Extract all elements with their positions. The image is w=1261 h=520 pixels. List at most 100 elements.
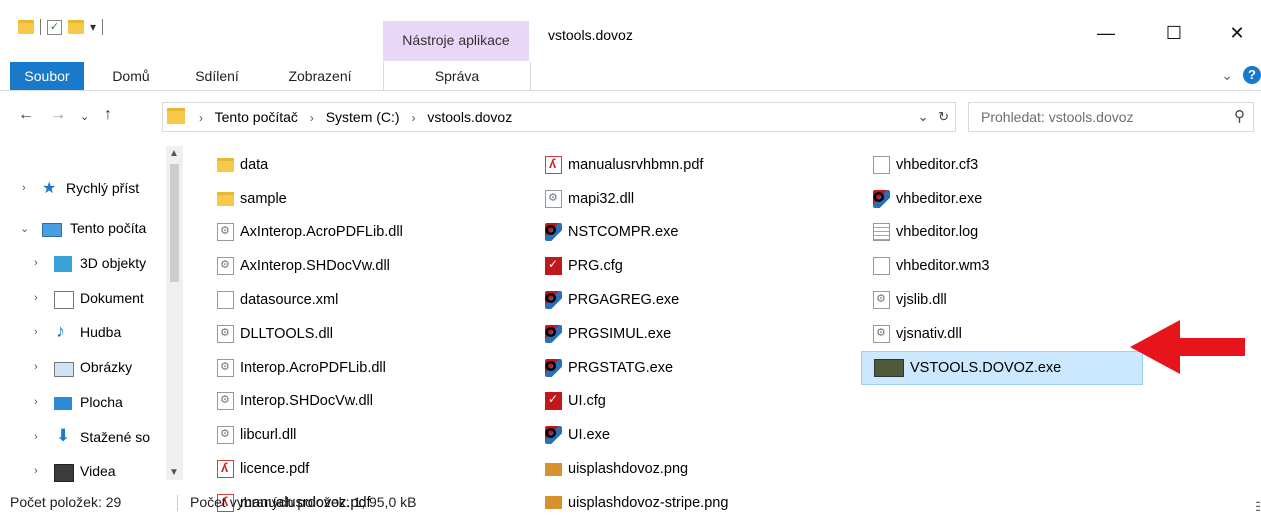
- tab-sprava[interactable]: Správa: [383, 62, 531, 90]
- ribbon-right-controls: ⌄ ?: [1221, 66, 1261, 84]
- chevron-down-icon[interactable]: ⌄: [20, 222, 29, 235]
- file-item[interactable]: UI.exe: [533, 418, 853, 452]
- chevron-right-icon[interactable]: ›: [34, 465, 38, 477]
- address-bar[interactable]: › Tento počítač › System (C:) › vstools.…: [162, 102, 956, 132]
- properties-icon[interactable]: ✓: [47, 19, 62, 35]
- file-item[interactable]: PRGSTATG.exe: [533, 351, 853, 385]
- file-column: vhbeditor.cf3 vhbeditor.exe vhbeditor.log v…: [861, 148, 1151, 385]
- close-button[interactable]: ✕: [1214, 18, 1260, 48]
- file-name: UI.exe: [568, 427, 610, 444]
- file-item[interactable]: Interop.AcroPDFLib.dll: [205, 351, 525, 385]
- tab-soubor[interactable]: Soubor: [10, 62, 84, 90]
- chevron-right-icon: ›: [199, 111, 203, 125]
- file-item[interactable]: AxInterop.SHDocVw.dll: [205, 249, 525, 283]
- minimize-button[interactable]: —: [1083, 18, 1129, 48]
- dll-file-icon: [545, 189, 562, 208]
- file-item[interactable]: NSTCOMPR.exe: [533, 216, 853, 250]
- search-icon[interactable]: ⚲: [1234, 103, 1245, 131]
- file-item[interactable]: uisplashdovoz.png: [533, 452, 853, 486]
- nav-item-desktop[interactable]: › Plocha: [0, 386, 170, 420]
- file-item[interactable]: vhbeditor.exe: [861, 182, 1151, 216]
- file-item[interactable]: AxInterop.AcroPDFLib.dll: [205, 216, 525, 250]
- file-item[interactable]: UI.cfg: [533, 385, 853, 419]
- nav-scrollbar[interactable]: ▲ ▼: [166, 146, 183, 480]
- nav-item-this-pc[interactable]: ⌄ Tento počíta: [0, 212, 170, 246]
- file-name: vhbeditor.wm3: [896, 258, 990, 275]
- scroll-down-icon[interactable]: ▼: [169, 467, 179, 478]
- breadcrumb-item[interactable]: System (C:): [326, 109, 400, 125]
- refresh-icon[interactable]: ↻: [938, 109, 949, 124]
- app-icon: [545, 223, 562, 242]
- file-item[interactable]: DLLTOOLS.dll: [205, 317, 525, 351]
- file-item[interactable]: PRGAGREG.exe: [533, 283, 853, 317]
- file-item[interactable]: libcurl.dll: [205, 418, 525, 452]
- chevron-right-icon[interactable]: ›: [34, 257, 38, 269]
- nav-item-pictures[interactable]: › Obrázky: [0, 351, 170, 385]
- file-column: manualusrvhbmn.pdf mapi32.dll NSTCOMPR.exe…: [533, 148, 853, 520]
- scroll-up-icon[interactable]: ▲: [169, 148, 179, 159]
- divider: [40, 19, 41, 35]
- customize-dropdown-icon[interactable]: ▾: [90, 20, 96, 34]
- help-icon[interactable]: ?: [1243, 66, 1261, 84]
- breadcrumb-item[interactable]: Tento počítač: [215, 109, 298, 125]
- file-item[interactable]: licence.pdf: [205, 452, 525, 486]
- nav-item-downloads[interactable]: › ⬇ Stažené so: [0, 421, 170, 455]
- chevron-down-icon[interactable]: ⌄: [1221, 67, 1233, 84]
- chevron-right-icon[interactable]: ›: [411, 111, 415, 125]
- file-name: Interop.SHDocVw.dll: [240, 393, 373, 410]
- nav-item-videos[interactable]: › Videa: [0, 455, 170, 487]
- file-name: NSTCOMPR.exe: [568, 224, 679, 241]
- address-history-icon[interactable]: ⌄: [918, 109, 929, 124]
- pdf-icon: [217, 460, 234, 479]
- nav-item-music[interactable]: › ♪ Hudba: [0, 316, 170, 350]
- file-item[interactable]: vjslib.dll: [861, 283, 1151, 317]
- file-item[interactable]: vhbeditor.cf3: [861, 148, 1151, 182]
- nav-item-label: Plocha: [80, 394, 123, 410]
- nav-item-quick-access[interactable]: › ★ Rychlý příst: [0, 172, 170, 206]
- back-arrow-icon[interactable]: ←: [18, 106, 34, 124]
- chevron-right-icon[interactable]: ›: [34, 431, 38, 443]
- tab-sdileni[interactable]: Sdílení: [182, 62, 252, 90]
- maximize-button[interactable]: ☐: [1151, 18, 1197, 48]
- nav-item-label: Videa: [80, 463, 116, 479]
- file-name: AxInterop.AcroPDFLib.dll: [240, 224, 403, 241]
- file-item[interactable]: datasource.xml: [205, 283, 525, 317]
- nav-item-documents[interactable]: › Dokument: [0, 282, 170, 316]
- chevron-right-icon[interactable]: ›: [34, 292, 38, 304]
- file-item[interactable]: manualusrvhbmn.pdf: [533, 148, 853, 182]
- app-icon: [545, 358, 562, 377]
- recent-locations-icon[interactable]: ⌄: [80, 110, 89, 123]
- dll-file-icon: [217, 426, 234, 445]
- new-folder-icon[interactable]: [68, 20, 84, 34]
- search-placeholder[interactable]: Prohledat: vstools.dovoz: [981, 103, 1134, 131]
- chevron-right-icon[interactable]: ›: [34, 326, 38, 338]
- scroll-thumb[interactable]: [170, 164, 179, 282]
- file-item[interactable]: sample: [205, 182, 525, 216]
- up-arrow-icon[interactable]: ↑: [104, 106, 112, 124]
- file-name: PRGSTATG.exe: [568, 359, 674, 376]
- tab-domu[interactable]: Domů: [98, 62, 164, 90]
- chevron-right-icon[interactable]: ›: [34, 396, 38, 408]
- file-item[interactable]: vjsnativ.dll: [861, 317, 1151, 351]
- file-item[interactable]: PRGSIMUL.exe: [533, 317, 853, 351]
- file-name: licence.pdf: [240, 461, 310, 478]
- file-item[interactable]: vhbeditor.wm3: [861, 249, 1151, 283]
- tab-zobrazeni[interactable]: Zobrazení: [272, 62, 368, 90]
- app-icon: [545, 324, 562, 343]
- chevron-right-icon[interactable]: ›: [34, 361, 38, 373]
- quick-access-toolbar: ✓ ▾: [18, 19, 104, 35]
- nav-item-3d-objects[interactable]: › 3D objekty: [0, 247, 170, 281]
- forward-arrow-icon[interactable]: →: [50, 106, 66, 124]
- breadcrumb-item[interactable]: vstools.dovoz: [427, 109, 512, 125]
- file-item[interactable]: vhbeditor.log: [861, 216, 1151, 250]
- chevron-right-icon[interactable]: ›: [310, 111, 314, 125]
- selected-file-item[interactable]: VSTOOLS.DOVOZ.exe: [861, 350, 1143, 385]
- image-file-icon: [545, 462, 562, 476]
- file-item[interactable]: PRG.cfg: [533, 249, 853, 283]
- file-item[interactable]: Interop.SHDocVw.dll: [205, 385, 525, 419]
- config-file-icon: [545, 257, 562, 276]
- file-item[interactable]: mapi32.dll: [533, 182, 853, 216]
- file-item[interactable]: data: [205, 148, 525, 182]
- chevron-right-icon[interactable]: ›: [22, 182, 26, 194]
- search-box[interactable]: Prohledat: vstools.dovoz ⚲: [968, 102, 1254, 132]
